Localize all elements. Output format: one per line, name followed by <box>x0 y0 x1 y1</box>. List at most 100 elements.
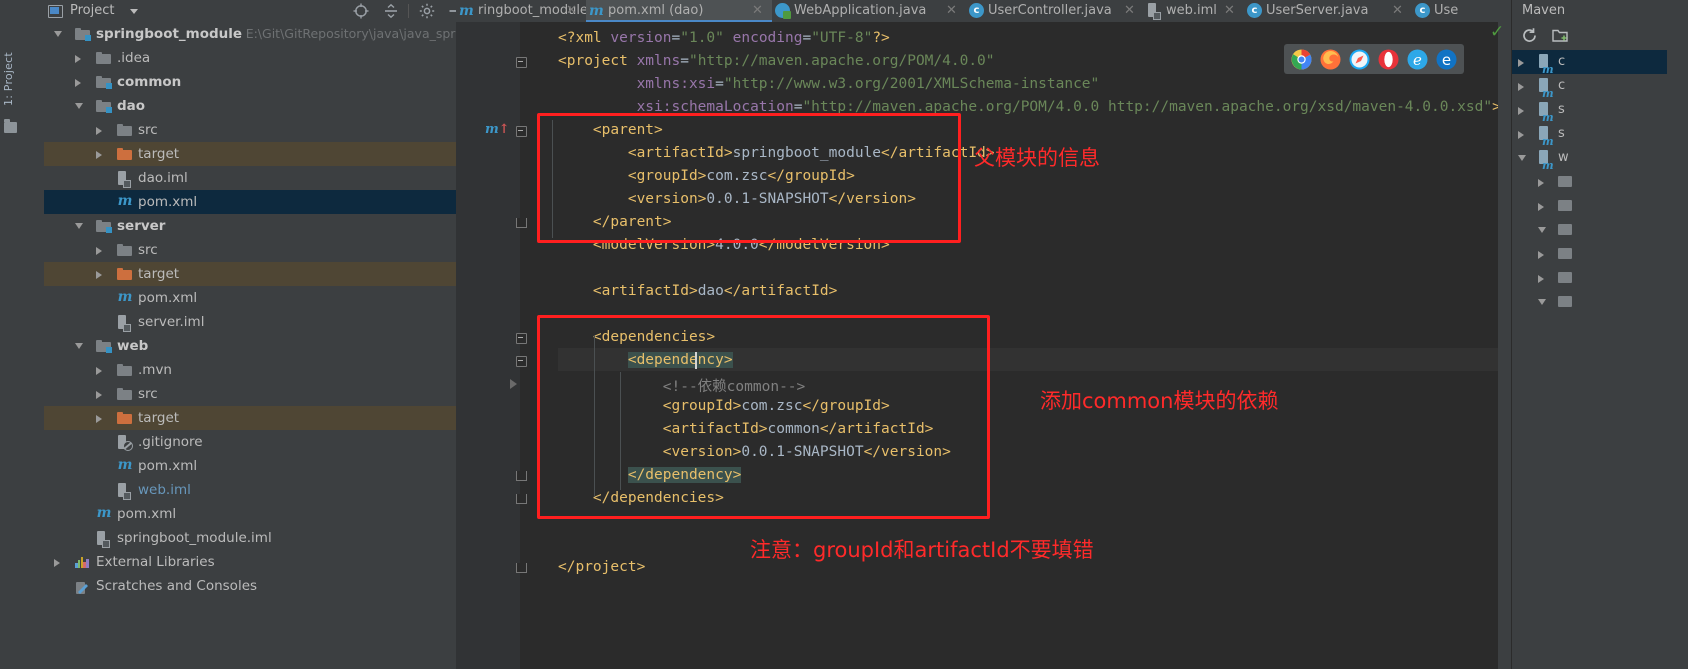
tree-row[interactable]: target <box>44 142 478 166</box>
maven-tree-row[interactable] <box>1512 170 1688 194</box>
chrome-icon[interactable] <box>1291 49 1312 70</box>
editor-tab[interactable]: web.iml ✕ <box>1144 0 1244 22</box>
tree-row[interactable]: External Libraries <box>44 550 478 574</box>
internet-explorer-icon[interactable]: e <box>1407 49 1428 70</box>
expand-arrow-down-icon[interactable] <box>75 343 83 349</box>
tree-row[interactable]: src <box>44 382 478 406</box>
expand-arrow-right-icon[interactable] <box>1538 179 1544 187</box>
code-fold-end-icon[interactable] <box>516 494 527 504</box>
code-line[interactable]: </dependencies> <box>558 490 724 506</box>
editor-tab[interactable]: c Use <box>1412 0 1508 22</box>
code-line[interactable]: <modelVersion>4.0.0</modelVersion> <box>558 237 890 253</box>
tree-row[interactable]: m pom.xml <box>44 454 478 478</box>
tree-row[interactable]: target <box>44 406 478 430</box>
maven-tree-row[interactable] <box>1512 242 1688 266</box>
code-line[interactable]: <artifactId>common</artifactId> <box>558 421 934 437</box>
firefox-icon[interactable] <box>1320 49 1341 70</box>
tree-row[interactable]: common <box>44 70 478 94</box>
expand-arrow-down-icon[interactable] <box>1538 227 1546 233</box>
maven-tree-row[interactable]: mw <box>1512 146 1688 172</box>
expand-marker-icon[interactable] <box>510 379 517 389</box>
browser-preview-popup[interactable]: ee <box>1284 44 1464 74</box>
expand-arrow-right-icon[interactable] <box>54 559 60 567</box>
code-line[interactable]: <?xml version="1.0" encoding="UTF-8"?> <box>558 30 890 46</box>
code-fold-end-icon[interactable] <box>516 218 527 228</box>
edge-icon[interactable]: e <box>1436 49 1457 70</box>
code-line[interactable]: <groupId>com.zsc</groupId> <box>558 398 890 414</box>
maven-tree[interactable]: mcmcmsmsmw <box>1512 50 1688 314</box>
code-line[interactable]: <parent> <box>558 122 663 138</box>
expand-arrow-right-icon[interactable] <box>75 55 81 63</box>
folder-icon[interactable] <box>4 119 17 133</box>
code-line[interactable]: <!--依赖common--> <box>558 375 806 396</box>
code-line[interactable]: xmlns:xsi="http://www.w3.org/2001/XMLSch… <box>558 76 1100 92</box>
editor-marker-column[interactable]: ✓ <box>1490 0 1511 669</box>
editor-tab[interactable]: m pom.xml (dao) ✕ <box>586 0 772 22</box>
code-fold-end-icon[interactable] <box>516 563 527 573</box>
opera-icon[interactable] <box>1378 49 1399 70</box>
expand-arrow-right-icon[interactable] <box>96 127 102 135</box>
safari-icon[interactable] <box>1349 49 1370 70</box>
code-line[interactable]: xsi:schemaLocation="http://maven.apache.… <box>558 99 1501 115</box>
expand-arrow-right-icon[interactable] <box>96 247 102 255</box>
tree-row[interactable]: src <box>44 118 478 142</box>
expand-arrow-right-icon[interactable] <box>96 367 102 375</box>
tree-row[interactable]: dao <box>44 94 478 118</box>
tree-row[interactable]: server.iml <box>44 310 478 334</box>
editor-tab[interactable]: c UserController.java ✕ <box>966 0 1144 22</box>
project-tree[interactable]: springboot_module E:\Git\GitRepository\ja… <box>44 22 478 669</box>
tree-row[interactable]: web.iml <box>44 478 478 502</box>
code-line[interactable]: <artifactId>springboot_module</artifactI… <box>558 145 995 161</box>
expand-arrow-right-icon[interactable] <box>1518 59 1524 67</box>
expand-arrow-right-icon[interactable] <box>1518 107 1524 115</box>
tree-row[interactable]: .gitignore <box>44 430 478 454</box>
editor-gutter[interactable] <box>456 22 520 669</box>
chevron-down-icon[interactable] <box>130 9 138 14</box>
maven-tree-row[interactable]: mc <box>1512 50 1688 76</box>
tree-row[interactable]: springboot_module.iml <box>44 526 478 550</box>
code-line[interactable]: </dependency> <box>558 467 742 483</box>
add-maven-project-icon[interactable] <box>1552 27 1570 48</box>
maven-tree-row[interactable] <box>1512 266 1688 290</box>
code-line[interactable]: <project xmlns="http://maven.apache.org/… <box>558 53 995 69</box>
expand-arrow-down-icon[interactable] <box>75 103 83 109</box>
collapse-all-icon[interactable] <box>382 2 400 20</box>
maven-tree-row[interactable] <box>1512 218 1688 242</box>
maven-tree-row[interactable] <box>1512 194 1688 218</box>
settings-gear-icon[interactable] <box>418 2 436 20</box>
tree-row[interactable]: target <box>44 262 478 286</box>
editor-tab[interactable]: m ringboot_module) ✕ <box>456 0 593 22</box>
expand-arrow-right-icon[interactable] <box>1518 83 1524 91</box>
expand-arrow-down-icon[interactable] <box>1538 299 1546 305</box>
tree-row[interactable]: Scratches and Consoles <box>44 574 478 598</box>
expand-arrow-right-icon[interactable] <box>1538 203 1544 211</box>
code-fold-collapse-icon[interactable] <box>516 333 527 344</box>
tree-row[interactable]: .idea <box>44 46 478 70</box>
editor-tab[interactable]: c UserServer.java ✕ <box>1244 0 1412 22</box>
inspection-ok-checkmark-icon[interactable]: ✓ <box>1490 22 1504 42</box>
tree-row[interactable]: m pom.xml <box>44 190 478 214</box>
code-fold-collapse-icon[interactable] <box>516 57 527 68</box>
close-icon[interactable]: ✕ <box>1224 0 1235 22</box>
code-line[interactable]: </project> <box>558 559 645 575</box>
locate-icon[interactable] <box>352 2 370 20</box>
maven-tree-row[interactable] <box>1512 290 1688 314</box>
code-line[interactable]: <artifactId>dao</artifactId> <box>558 283 837 299</box>
maven-tree-row[interactable]: mc <box>1512 74 1688 100</box>
project-tool-button[interactable]: 1: Project <box>2 6 18 106</box>
tree-row[interactable]: dao.iml <box>44 166 478 190</box>
expand-arrow-right-icon[interactable] <box>1538 251 1544 259</box>
code-fold-end-icon[interactable] <box>516 471 527 481</box>
code-content[interactable]: <?xml version="1.0" encoding="UTF-8"?> <p… <box>558 22 1511 669</box>
expand-arrow-right-icon[interactable] <box>75 79 81 87</box>
code-line[interactable]: <groupId>com.zsc</groupId> <box>558 168 855 184</box>
expand-arrow-right-icon[interactable] <box>96 271 102 279</box>
code-line[interactable]: <version>0.0.1-SNAPSHOT</version> <box>558 444 951 460</box>
maven-tree-row[interactable]: ms <box>1512 122 1688 148</box>
tree-row[interactable]: .mvn <box>44 358 478 382</box>
close-icon[interactable]: ✕ <box>1124 0 1135 22</box>
expand-arrow-right-icon[interactable] <box>96 415 102 423</box>
code-line[interactable]: </parent> <box>558 214 672 230</box>
tree-row[interactable]: m pom.xml <box>44 502 478 526</box>
tree-row[interactable]: springboot_module E:\Git\GitRepository\ja… <box>44 22 478 46</box>
